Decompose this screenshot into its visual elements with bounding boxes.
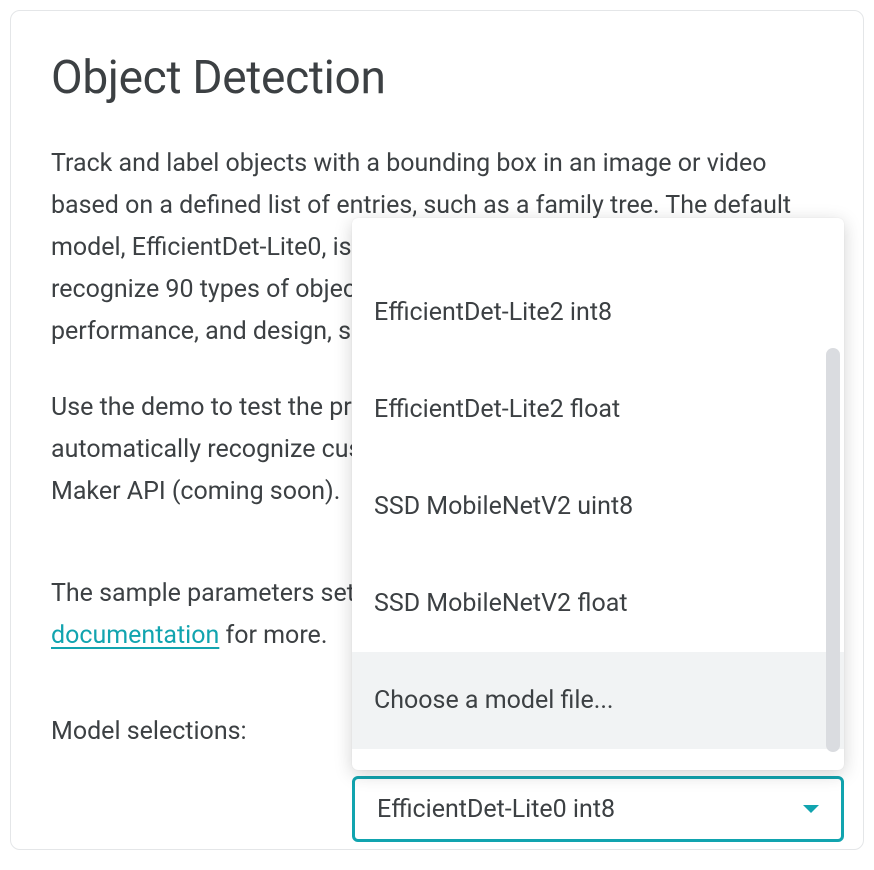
dropdown-item[interactable]: EfficientDet-Lite2 float: [352, 361, 844, 458]
chevron-down-icon: [803, 805, 819, 813]
dropdown-item-choose-file[interactable]: Choose a model file...: [352, 652, 844, 749]
scrollbar-thumb[interactable]: [826, 348, 840, 752]
model-select[interactable]: EfficientDet-Lite0 int8: [352, 776, 844, 842]
model-selections-label: Model selections:: [51, 717, 247, 746]
page-title: Object Detection: [51, 51, 823, 105]
text: for more.: [219, 621, 327, 650]
dropdown-item-label: SSD MobileNetV2 float: [374, 589, 628, 618]
dropdown-item-label: Choose a model file...: [374, 686, 614, 715]
dropdown-item-label: EfficientDet-Lite2 int8: [374, 298, 612, 327]
dropdown-item-label: EfficientDet-Lite2 float: [374, 395, 620, 424]
model-dropdown: EfficientDet-Lite0 float EfficientDet-Li…: [352, 218, 844, 770]
dropdown-item[interactable]: EfficientDet-Lite2 int8: [352, 264, 844, 361]
dropdown-item[interactable]: SSD MobileNetV2 uint8: [352, 458, 844, 555]
dropdown-item[interactable]: EfficientDet-Lite0 float: [352, 218, 844, 264]
documentation-link-2[interactable]: documentation: [51, 621, 219, 650]
dropdown-item-label: SSD MobileNetV2 uint8: [374, 492, 633, 521]
model-select-value: EfficientDet-Lite0 int8: [377, 795, 803, 824]
dropdown-item[interactable]: SSD MobileNetV2 float: [352, 555, 844, 652]
dropdown-item-label: EfficientDet-Lite0 float: [374, 218, 620, 223]
